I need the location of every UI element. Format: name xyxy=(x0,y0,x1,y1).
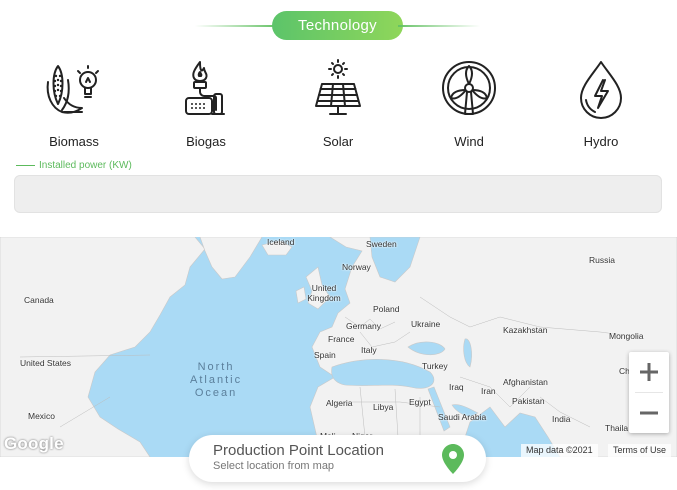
biogas-flame-icon xyxy=(185,61,225,115)
map-label-mongolia: Mongolia xyxy=(609,331,644,341)
map-label-kazakhstan: Kazakhstan xyxy=(503,325,548,335)
map-label-mexico: Mexico xyxy=(28,411,55,421)
map-label-pakistan: Pakistan xyxy=(512,396,545,406)
map-label-saudi: Saudi Arabia xyxy=(438,412,487,422)
map-label-algeria: Algeria xyxy=(326,398,353,408)
tech-option-label: Hydro xyxy=(583,134,619,149)
map-label-spain: Spain xyxy=(314,350,336,360)
water-drop-bolt-icon xyxy=(580,61,622,119)
energy-producer-form: Technology Biomass Biogas Solar Wind Hyd… xyxy=(0,0,677,490)
tech-option-biomass[interactable]: Biomass xyxy=(24,58,124,150)
minus-icon xyxy=(640,411,658,415)
ocean-line: Atlantic xyxy=(190,374,243,386)
map-label-uk: United Kingdom xyxy=(307,283,341,303)
technology-options: Biomass Biogas Solar Wind Hydro xyxy=(0,58,677,150)
location-map[interactable]: Iceland Sweden Norway Russia Canada Unit… xyxy=(0,237,677,457)
map-pin-icon xyxy=(442,444,464,474)
installed-power-input[interactable] xyxy=(14,175,662,213)
wind-turbine-icon xyxy=(442,61,496,115)
map-label-ocean: North Atlantic Ocean xyxy=(190,361,242,400)
map-label-russia: Russia xyxy=(589,255,615,265)
map-label-india: India xyxy=(552,414,571,424)
plus-icon xyxy=(640,363,658,381)
map-label-egypt: Egypt xyxy=(409,397,431,407)
tech-option-hydro[interactable]: Hydro xyxy=(551,58,651,150)
map-label-canada: Canada xyxy=(24,295,54,305)
map-label-sweden: Sweden xyxy=(366,239,397,249)
google-logo[interactable]: Google xyxy=(4,434,64,454)
zoom-in-button[interactable] xyxy=(629,352,669,392)
map-label-poland: Poland xyxy=(373,304,400,314)
header-line-left xyxy=(195,25,277,27)
tech-option-biogas[interactable]: Biogas xyxy=(156,58,256,150)
map-label-germany: Germany xyxy=(346,321,381,331)
production-point-location-button[interactable]: Production Point Location Select locatio… xyxy=(189,435,486,482)
map-label-iran: Iran xyxy=(481,386,496,396)
tech-option-solar[interactable]: Solar xyxy=(288,58,388,150)
map-label-france: France xyxy=(328,334,355,344)
map-label-thailand: Thaila xyxy=(605,423,629,433)
map-label-iceland: Iceland xyxy=(267,237,295,247)
ocean-line: Ocean xyxy=(194,387,238,399)
location-card-subtitle: Select location from map xyxy=(213,460,335,472)
map-attribution: Map data ©2021 xyxy=(521,444,598,457)
tech-option-label: Wind xyxy=(454,134,484,149)
map-label-afghanistan: Afghanistan xyxy=(503,377,548,387)
ocean-line: North xyxy=(197,361,235,373)
solar-panel-icon xyxy=(315,59,361,115)
location-card-title: Production Point Location xyxy=(213,442,384,459)
map-label-ukraine: Ukraine xyxy=(411,319,441,329)
map-label-libya: Libya xyxy=(373,402,394,412)
tech-option-label: Solar xyxy=(322,134,354,149)
technology-title: Technology xyxy=(272,11,403,40)
map-zoom-control xyxy=(629,352,669,433)
tech-option-label: Biomass xyxy=(49,134,99,149)
map-label-italy: Italy xyxy=(361,345,377,355)
tech-option-label: Biogas xyxy=(186,134,226,149)
map-terms-link[interactable]: Terms of Use xyxy=(608,444,672,457)
map-label-iraq: Iraq xyxy=(449,382,464,392)
map-label-turkey: Turkey xyxy=(422,361,448,371)
technology-header: Technology xyxy=(0,11,677,41)
installed-power-label: Installed power (KW) xyxy=(16,160,132,171)
tech-option-wind[interactable]: Wind xyxy=(419,58,519,150)
biomass-corn-bulb-icon xyxy=(46,65,99,114)
zoom-out-button[interactable] xyxy=(629,393,669,433)
map-label-norway: Norway xyxy=(342,262,371,272)
map-tiles xyxy=(0,237,677,457)
map-label-usa: United States xyxy=(20,358,72,368)
header-line-right xyxy=(398,25,480,27)
